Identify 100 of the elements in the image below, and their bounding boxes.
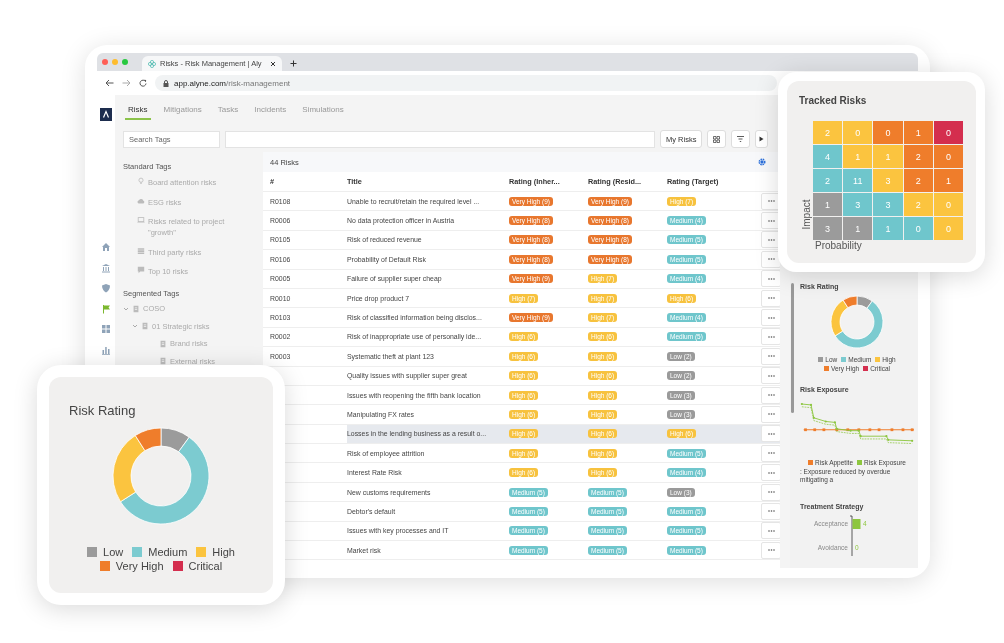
search-field[interactable] — [225, 130, 655, 148]
more-icon — [767, 452, 775, 455]
grid-view-button[interactable] — [707, 130, 727, 148]
more-button[interactable] — [761, 406, 780, 423]
plus-icon[interactable] — [290, 60, 297, 67]
heatmap-cell[interactable]: 0 — [933, 217, 963, 240]
heatmap-cell[interactable]: 2 — [903, 169, 933, 192]
heatmap-cell[interactable]: 1 — [873, 217, 903, 240]
heatmap-cell[interactable]: 1 — [873, 145, 903, 168]
heatmap-cell[interactable]: 1 — [843, 145, 873, 168]
more-button[interactable] — [761, 444, 780, 462]
cloud-icon — [137, 196, 145, 205]
chart-axis — [849, 515, 853, 557]
close-icon[interactable] — [270, 60, 276, 67]
heatmap-cell[interactable]: 0 — [933, 121, 963, 144]
heatmap-cell[interactable]: 0 — [873, 121, 903, 144]
heatmap-cell[interactable]: 1 — [933, 169, 963, 192]
server-icon — [137, 246, 145, 255]
play-icon — [759, 136, 765, 142]
more-icon — [767, 413, 775, 416]
reload-icon[interactable] — [139, 79, 147, 87]
heatmap-cell[interactable]: 3 — [843, 193, 873, 216]
filter-button[interactable] — [731, 130, 751, 148]
shield-icon[interactable] — [101, 283, 111, 293]
card-title: Risk Rating — [69, 403, 137, 418]
tab[interactable]: Incidents — [251, 105, 290, 120]
settings-icon[interactable] — [758, 158, 766, 166]
heatmap-cell[interactable]: 2 — [903, 193, 933, 216]
heatmap-cell[interactable]: 3 — [813, 217, 843, 240]
more-icon — [767, 200, 775, 203]
more-button[interactable] — [761, 541, 780, 559]
grid-icon — [713, 135, 721, 143]
heatmap-cell[interactable]: 0 — [933, 193, 963, 216]
tab[interactable]: Risks — [125, 105, 151, 120]
more-icon — [767, 316, 775, 319]
more-button[interactable] — [761, 347, 780, 365]
more-icon — [767, 238, 775, 241]
heatmap-cell[interactable]: 11 — [843, 169, 873, 192]
laptop-icon — [137, 216, 145, 224]
card-title: Tracked Risks — [799, 95, 868, 106]
heatmap-cell[interactable]: 2 — [813, 169, 843, 192]
more-button[interactable] — [761, 328, 780, 346]
document-icon — [159, 339, 167, 348]
tab[interactable]: Mitigations — [160, 105, 205, 120]
more-icon — [767, 491, 775, 494]
more-icon — [767, 355, 775, 358]
heatmap-cell[interactable]: 4 — [813, 145, 843, 168]
tab[interactable]: Simulations — [299, 105, 347, 120]
address-bar[interactable]: app.alyne.com/risk-management — [155, 75, 777, 91]
heatmap-cell[interactable]: 3 — [873, 169, 903, 192]
more-button[interactable] — [761, 386, 780, 404]
close-window-button[interactable] — [102, 59, 108, 65]
more-button[interactable] — [761, 367, 780, 385]
bank-icon[interactable] — [101, 262, 111, 273]
more-icon — [767, 471, 775, 474]
more-button[interactable] — [761, 270, 780, 288]
more-icon — [767, 297, 775, 300]
more-button[interactable] — [761, 250, 780, 268]
axis-label: Probability — [815, 240, 862, 251]
heatmap-cell[interactable]: 3 — [873, 193, 903, 216]
legend-label: Critical — [188, 560, 223, 572]
home-icon[interactable] — [101, 242, 111, 252]
more-button[interactable] — [761, 483, 780, 501]
bar-chart-icon[interactable] — [101, 344, 111, 355]
donut-chart-drawing — [830, 295, 884, 349]
more-icon — [767, 374, 775, 377]
back-arrow-icon[interactable] — [105, 79, 114, 87]
chevron-down-icon[interactable] — [132, 323, 138, 329]
heatmap-cell[interactable]: 1 — [843, 217, 873, 240]
heatmap-cell[interactable]: 0 — [933, 145, 963, 168]
heatmap-cell[interactable]: 0 — [843, 121, 873, 144]
document-icon — [159, 357, 167, 365]
more-button[interactable] — [761, 464, 780, 482]
more-button[interactable] — [761, 522, 780, 540]
grid-icon[interactable] — [101, 324, 111, 334]
more-icon — [767, 394, 775, 397]
heatmap-cell[interactable]: 2 — [903, 145, 933, 168]
tab[interactable]: Tasks — [214, 105, 242, 120]
more-button[interactable] — [761, 289, 780, 307]
more-button[interactable] — [761, 502, 780, 520]
scrollbar[interactable] — [791, 283, 794, 413]
more-icon — [767, 432, 775, 435]
maximize-window-button[interactable] — [122, 59, 128, 65]
chevron-down-icon[interactable] — [123, 305, 129, 312]
more-icon — [767, 549, 775, 552]
more-button[interactable] — [761, 425, 780, 443]
legend-label: High — [212, 546, 235, 558]
bar — [852, 519, 861, 529]
forward-arrow-icon[interactable] — [122, 79, 131, 87]
play-button[interactable] — [755, 130, 769, 148]
message-icon — [137, 266, 145, 274]
more-icon — [767, 335, 775, 338]
heatmap-cell[interactable]: 1 — [813, 193, 843, 216]
more-icon — [767, 219, 775, 222]
heatmap-cell[interactable]: 2 — [813, 121, 843, 144]
more-button[interactable] — [761, 309, 780, 327]
heatmap-cell[interactable]: 0 — [903, 217, 933, 240]
flag-icon[interactable] — [101, 303, 111, 314]
minimize-window-button[interactable] — [112, 59, 118, 65]
heatmap-cell[interactable]: 1 — [903, 121, 933, 144]
